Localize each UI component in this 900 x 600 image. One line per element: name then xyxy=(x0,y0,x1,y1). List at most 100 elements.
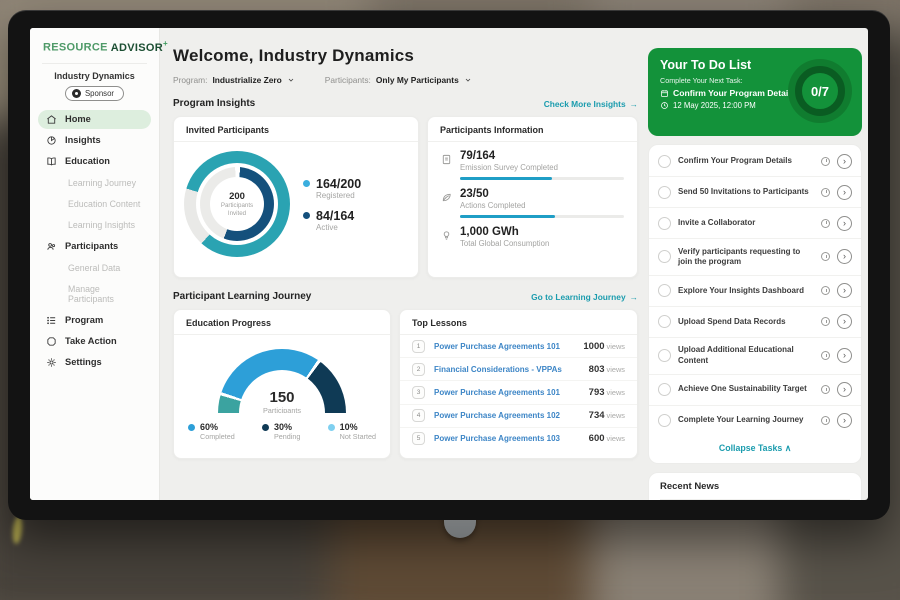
task-chevron-button[interactable]: › xyxy=(837,348,852,363)
lesson-rank: 4 xyxy=(412,409,425,422)
chevron-down-icon xyxy=(287,76,295,84)
clock-icon xyxy=(821,416,830,425)
sidebar-item-manage-participants[interactable]: Manage Participants xyxy=(38,280,151,308)
program-dropdown[interactable]: Program: Industrialize Zero xyxy=(173,75,295,85)
lesson-link[interactable]: Power Purchase Agreements 103 xyxy=(434,434,589,443)
link-label: Go to Learning Journey xyxy=(531,292,625,302)
lesson-rank: 5 xyxy=(412,432,425,445)
task-chevron-button[interactable]: › xyxy=(837,185,852,200)
clock-icon xyxy=(821,157,830,166)
actions-completed-row: 23/50 Actions Completed xyxy=(441,188,624,218)
app-logo: RESOURCEADVISOR+ xyxy=(30,28,159,54)
sidebar-item-settings[interactable]: Settings xyxy=(38,353,151,372)
lesson-rank: 3 xyxy=(412,386,425,399)
card-title: Top Lessons xyxy=(400,310,637,335)
participants-dropdown[interactable]: Participants: Only My Participants xyxy=(325,75,472,85)
sidebar-item-label: Education xyxy=(65,156,110,166)
task-checkbox[interactable] xyxy=(658,315,671,328)
lesson-link[interactable]: Financial Considerations - VPPAs xyxy=(434,365,589,374)
task-row: Verify participants requesting to join t… xyxy=(649,239,861,276)
legend-completed: 60%Completed xyxy=(188,422,235,441)
main-content: Welcome, Industry Dynamics Program: Indu… xyxy=(160,28,648,500)
task-checkbox[interactable] xyxy=(658,414,671,427)
recent-news-card: Recent News xyxy=(648,472,862,500)
task-chevron-button[interactable]: › xyxy=(837,249,852,264)
invited-participants-donut: 200 Participants Invited xyxy=(184,151,290,257)
emission-survey-row: 79/164 Emission Survey Completed xyxy=(441,150,624,180)
task-chevron-button[interactable]: › xyxy=(837,314,852,329)
link-label: Check More Insights xyxy=(544,99,626,109)
todo-progress-count: 0/7 xyxy=(811,84,829,99)
task-checkbox[interactable] xyxy=(658,349,671,362)
task-checkbox[interactable] xyxy=(658,217,671,230)
todo-summary-card: Your To Do List Complete Your Next Task:… xyxy=(648,48,862,136)
lesson-rank: 1 xyxy=(412,340,425,353)
sidebar: RESOURCEADVISOR+ Industry Dynamics Spons… xyxy=(30,28,160,500)
lesson-link[interactable]: Power Purchase Agreements 101 xyxy=(434,342,583,351)
sidebar-item-home[interactable]: Home xyxy=(38,110,151,129)
clock-icon xyxy=(821,385,830,394)
todo-column: Your To Do List Complete Your Next Task:… xyxy=(648,28,868,500)
sidebar-item-insights[interactable]: Insights xyxy=(38,131,151,150)
sidebar-item-label: Settings xyxy=(65,357,102,367)
sidebar-item-learning-insights[interactable]: Learning Insights xyxy=(38,216,151,234)
top-lessons-card: Top Lessons 1 Power Purchase Agreements … xyxy=(399,309,638,459)
clock-icon xyxy=(821,317,830,326)
check-more-insights-link[interactable]: Check More Insights → xyxy=(544,99,638,109)
monitor-bezel: RESOURCEADVISOR+ Industry Dynamics Spons… xyxy=(8,10,890,520)
lesson-link[interactable]: Power Purchase Agreements 102 xyxy=(434,411,589,420)
legend-pending: 30%Pending xyxy=(262,422,300,441)
org-name: Industry Dynamics xyxy=(30,71,159,81)
sidebar-item-learning-journey[interactable]: Learning Journey xyxy=(38,174,151,192)
education-progress-card: Education Progress 150 Participants 60%C… xyxy=(173,309,391,459)
task-row: Achieve One Sustainability Target › xyxy=(649,375,861,406)
clock-icon xyxy=(821,252,830,261)
due-date: 12 May 2025, 12:00 PM xyxy=(673,101,756,110)
sidebar-item-education[interactable]: Education xyxy=(38,152,151,171)
arrow-right-icon: → xyxy=(630,99,638,109)
progress-fill xyxy=(460,215,555,218)
task-checkbox[interactable] xyxy=(658,383,671,396)
gear-icon xyxy=(46,357,57,368)
legend-dot xyxy=(328,424,335,431)
take-action-icon xyxy=(46,336,57,347)
sidebar-item-education-content[interactable]: Education Content xyxy=(38,195,151,213)
clock-icon xyxy=(821,219,830,228)
task-checkbox[interactable] xyxy=(658,250,671,263)
card-title: Education Progress xyxy=(174,310,390,335)
task-checkbox[interactable] xyxy=(658,155,671,168)
task-row: Upload Spend Data Records › xyxy=(649,307,861,338)
divider xyxy=(42,63,147,64)
go-to-learning-journey-link[interactable]: Go to Learning Journey → xyxy=(531,292,638,302)
progress-fill xyxy=(460,177,552,180)
sidebar-item-program[interactable]: Program xyxy=(38,311,151,330)
legend-dot xyxy=(303,180,310,187)
legend-not-started: 10%Not Started xyxy=(328,422,376,441)
card-title: Invited Participants xyxy=(174,117,418,142)
sidebar-item-take-action[interactable]: Take Action xyxy=(38,332,151,351)
task-chevron-button[interactable]: › xyxy=(837,283,852,298)
todo-progress-ring: 0/7 xyxy=(788,59,852,123)
divider xyxy=(660,499,850,500)
program-value: Industrialize Zero xyxy=(212,75,281,85)
sidebar-item-general-data[interactable]: General Data xyxy=(38,259,151,277)
task-chevron-button[interactable]: › xyxy=(837,413,852,428)
lesson-link[interactable]: Power Purchase Agreements 101 xyxy=(434,388,589,397)
sponsor-badge[interactable]: Sponsor xyxy=(65,86,124,101)
recent-news-title: Recent News xyxy=(660,481,850,492)
task-chevron-button[interactable]: › xyxy=(837,382,852,397)
task-chevron-button[interactable]: › xyxy=(837,216,852,231)
sidebar-item-label: Participants xyxy=(65,241,118,251)
legend-dot xyxy=(188,424,195,431)
lesson-row: 4 Power Purchase Agreements 102 734views xyxy=(400,405,637,428)
donut-center-value: 200 xyxy=(229,191,245,202)
collapse-tasks-link[interactable]: Collapse Tasks ∧ xyxy=(649,436,861,462)
sidebar-item-participants[interactable]: Participants xyxy=(38,237,151,256)
sponsor-icon xyxy=(72,89,81,98)
task-chevron-button[interactable]: › xyxy=(837,154,852,169)
task-row: Send 50 Invitations to Participants › xyxy=(649,177,861,208)
todo-task-list: Confirm Your Program Details › Send 50 I… xyxy=(648,144,862,464)
task-checkbox[interactable] xyxy=(658,284,671,297)
program-label: Program: xyxy=(173,75,207,85)
task-checkbox[interactable] xyxy=(658,186,671,199)
